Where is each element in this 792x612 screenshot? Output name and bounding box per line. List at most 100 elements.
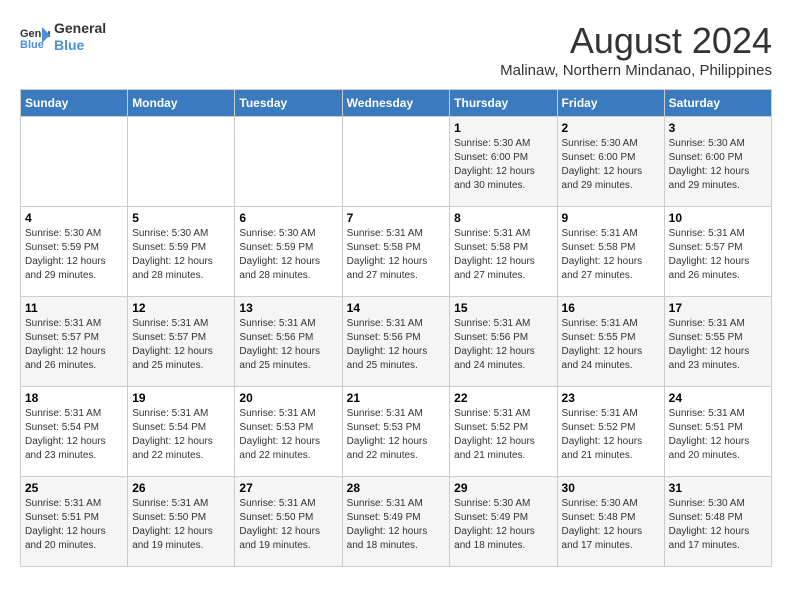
day-info: Sunrise: 5:30 AMSunset: 5:59 PMDaylight:… <box>25 227 123 283</box>
day-number: 17 <box>669 301 767 315</box>
day-number: 9 <box>562 211 660 225</box>
header-cell-tuesday: Tuesday <box>235 90 342 117</box>
day-number: 1 <box>454 121 552 135</box>
day-number: 3 <box>669 121 767 135</box>
day-cell: 15Sunrise: 5:31 AMSunset: 5:56 PMDayligh… <box>450 297 557 387</box>
day-cell: 2 Sunrise: 5:30 AMSunset: 6:00 PMDaylight… <box>557 117 664 207</box>
day-info: Sunrise: 5:31 AMSunset: 5:57 PMDaylight:… <box>669 227 767 283</box>
header-cell-monday: Monday <box>128 90 235 117</box>
header-cell-thursday: Thursday <box>450 90 557 117</box>
day-info: Sunrise: 5:31 AMSunset: 5:52 PMDaylight:… <box>454 407 552 463</box>
day-number: 25 <box>25 481 123 495</box>
day-info: Sunrise: 5:31 AMSunset: 5:56 PMDaylight:… <box>239 317 337 373</box>
day-number: 11 <box>25 301 123 315</box>
day-number: 7 <box>347 211 446 225</box>
day-cell: 31 Sunrise: 5:30 AMSunset: 5:48 PMDayligh… <box>664 477 771 567</box>
week-row-2: 4Sunrise: 5:30 AMSunset: 5:59 PMDaylight… <box>21 207 772 297</box>
header-cell-saturday: Saturday <box>664 90 771 117</box>
week-row-5: 25 Sunrise: 5:31 AMSunset: 5:51 PMDayligh… <box>21 477 772 567</box>
day-info: Sunrise: 5:31 AMSunset: 5:51 PMDaylight:… <box>25 497 123 553</box>
day-info: Sunrise: 5:31 AMSunset: 5:58 PMDaylight:… <box>562 227 660 283</box>
logo: General Blue General Blue <box>20 20 106 54</box>
day-cell: 14 Sunrise: 5:31 AMSunset: 5:56 PMDayligh… <box>342 297 450 387</box>
day-info: Sunrise: 5:31 AMSunset: 5:55 PMDaylight:… <box>562 317 660 373</box>
day-cell: 16 Sunrise: 5:31 AMSunset: 5:55 PMDayligh… <box>557 297 664 387</box>
day-info: Sunrise: 5:30 AMSunset: 5:49 PMDaylight:… <box>454 497 552 553</box>
day-info: Sunrise: 5:30 AMSunset: 5:59 PMDaylight:… <box>239 227 337 283</box>
day-number: 10 <box>669 211 767 225</box>
day-number: 18 <box>25 391 123 405</box>
logo-icon: General Blue <box>20 25 50 49</box>
page-header: General Blue General Blue August 2024 Ma… <box>20 20 772 79</box>
day-cell: 22Sunrise: 5:31 AMSunset: 5:52 PMDayligh… <box>450 387 557 477</box>
day-info: Sunrise: 5:31 AMSunset: 5:53 PMDaylight:… <box>347 407 446 463</box>
day-cell: 4Sunrise: 5:30 AMSunset: 5:59 PMDaylight… <box>21 207 128 297</box>
day-cell: 29Sunrise: 5:30 AMSunset: 5:49 PMDayligh… <box>450 477 557 567</box>
day-info: Sunrise: 5:30 AMSunset: 5:48 PMDaylight:… <box>562 497 660 553</box>
day-info: Sunrise: 5:30 AMSunset: 5:48 PMDaylight:… <box>669 497 767 553</box>
day-info: Sunrise: 5:31 AMSunset: 5:55 PMDaylight:… <box>669 317 767 373</box>
day-info: Sunrise: 5:30 AMSunset: 6:00 PMDaylight:… <box>454 137 552 193</box>
day-cell: 25 Sunrise: 5:31 AMSunset: 5:51 PMDayligh… <box>21 477 128 567</box>
day-number: 12 <box>132 301 230 315</box>
day-number: 27 <box>239 481 337 495</box>
day-number: 6 <box>239 211 337 225</box>
day-cell: 27 Sunrise: 5:31 AMSunset: 5:50 PMDayligh… <box>235 477 342 567</box>
day-cell: 17 Sunrise: 5:31 AMSunset: 5:55 PMDayligh… <box>664 297 771 387</box>
day-cell: 30 Sunrise: 5:30 AMSunset: 5:48 PMDayligh… <box>557 477 664 567</box>
day-cell: 21 Sunrise: 5:31 AMSunset: 5:53 PMDayligh… <box>342 387 450 477</box>
week-row-1: 1 Sunrise: 5:30 AMSunset: 6:00 PMDaylight… <box>21 117 772 207</box>
day-number: 24 <box>669 391 767 405</box>
header-cell-wednesday: Wednesday <box>342 90 450 117</box>
day-info: Sunrise: 5:31 AMSunset: 5:50 PMDaylight:… <box>239 497 337 553</box>
day-cell: 7 Sunrise: 5:31 AMSunset: 5:58 PMDaylight… <box>342 207 450 297</box>
day-info: Sunrise: 5:31 AMSunset: 5:52 PMDaylight:… <box>562 407 660 463</box>
day-info: Sunrise: 5:31 AMSunset: 5:56 PMDaylight:… <box>347 317 446 373</box>
day-info: Sunrise: 5:31 AMSunset: 5:54 PMDaylight:… <box>132 407 230 463</box>
day-cell: 24 Sunrise: 5:31 AMSunset: 5:51 PMDayligh… <box>664 387 771 477</box>
day-number: 26 <box>132 481 230 495</box>
day-info: Sunrise: 5:30 AMSunset: 5:59 PMDaylight:… <box>132 227 230 283</box>
day-info: Sunrise: 5:31 AMSunset: 5:58 PMDaylight:… <box>454 227 552 283</box>
day-number: 16 <box>562 301 660 315</box>
day-cell: 6 Sunrise: 5:30 AMSunset: 5:59 PMDaylight… <box>235 207 342 297</box>
day-info: Sunrise: 5:31 AMSunset: 5:57 PMDaylight:… <box>132 317 230 373</box>
day-cell: 28Sunrise: 5:31 AMSunset: 5:49 PMDayligh… <box>342 477 450 567</box>
day-cell <box>235 117 342 207</box>
day-cell: 5Sunrise: 5:30 AMSunset: 5:59 PMDaylight… <box>128 207 235 297</box>
day-info: Sunrise: 5:31 AMSunset: 5:56 PMDaylight:… <box>454 317 552 373</box>
day-number: 31 <box>669 481 767 495</box>
day-cell <box>128 117 235 207</box>
day-cell: 20 Sunrise: 5:31 AMSunset: 5:53 PMDayligh… <box>235 387 342 477</box>
week-row-4: 18 Sunrise: 5:31 AMSunset: 5:54 PMDayligh… <box>21 387 772 477</box>
day-info: Sunrise: 5:31 AMSunset: 5:53 PMDaylight:… <box>239 407 337 463</box>
day-number: 20 <box>239 391 337 405</box>
day-number: 2 <box>562 121 660 135</box>
day-cell <box>342 117 450 207</box>
day-cell: 3Sunrise: 5:30 AMSunset: 6:00 PMDaylight… <box>664 117 771 207</box>
day-number: 19 <box>132 391 230 405</box>
day-number: 21 <box>347 391 446 405</box>
day-number: 13 <box>239 301 337 315</box>
calendar-table: SundayMondayTuesdayWednesdayThursdayFrid… <box>20 89 772 567</box>
day-number: 30 <box>562 481 660 495</box>
day-number: 8 <box>454 211 552 225</box>
day-cell: 18 Sunrise: 5:31 AMSunset: 5:54 PMDayligh… <box>21 387 128 477</box>
day-info: Sunrise: 5:31 AMSunset: 5:51 PMDaylight:… <box>669 407 767 463</box>
day-info: Sunrise: 5:31 AMSunset: 5:54 PMDaylight:… <box>25 407 123 463</box>
logo-line2: Blue <box>54 37 106 54</box>
header-cell-sunday: Sunday <box>21 90 128 117</box>
location: Malinaw, Northern Mindanao, Philippines <box>500 62 772 79</box>
day-number: 28 <box>347 481 446 495</box>
day-cell: 13 Sunrise: 5:31 AMSunset: 5:56 PMDayligh… <box>235 297 342 387</box>
header-row: SundayMondayTuesdayWednesdayThursdayFrid… <box>21 90 772 117</box>
day-cell: 9 Sunrise: 5:31 AMSunset: 5:58 PMDaylight… <box>557 207 664 297</box>
day-info: Sunrise: 5:31 AMSunset: 5:57 PMDaylight:… <box>25 317 123 373</box>
day-cell: 11 Sunrise: 5:31 AMSunset: 5:57 PMDayligh… <box>21 297 128 387</box>
day-cell: 26Sunrise: 5:31 AMSunset: 5:50 PMDayligh… <box>128 477 235 567</box>
day-number: 23 <box>562 391 660 405</box>
day-info: Sunrise: 5:31 AMSunset: 5:58 PMDaylight:… <box>347 227 446 283</box>
month-year: August 2024 <box>500 20 772 62</box>
day-number: 14 <box>347 301 446 315</box>
day-info: Sunrise: 5:30 AMSunset: 6:00 PMDaylight:… <box>562 137 660 193</box>
